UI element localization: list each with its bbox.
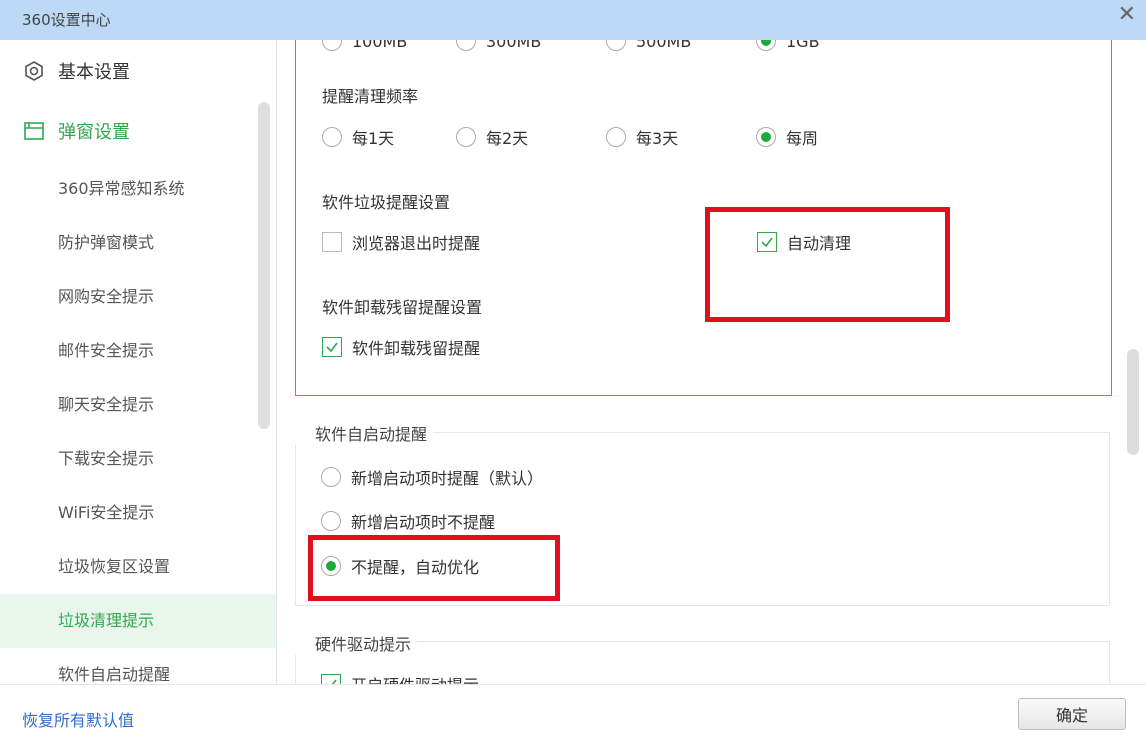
startup-option-no-remind[interactable]: 新增启动项时不提醒 [321,509,495,533]
uninstall-label: 软件卸载残留提醒设置 [322,298,483,317]
window-icon [22,119,46,143]
close-icon[interactable]: ✕ [1118,2,1136,27]
radio-button[interactable] [456,127,476,147]
radio-button[interactable] [756,40,776,51]
sidebar-item-recycle[interactable]: 垃圾恢复区设置 [0,540,276,594]
startup-section-title: 软件自启动提醒 [295,421,434,445]
driver-checkbox-row[interactable]: 开启硬件驱动提示 [321,672,479,684]
radio-button[interactable] [456,40,476,51]
radio-button[interactable] [322,127,342,147]
uninstall-checkbox-row[interactable]: 软件卸载残留提醒 [322,335,480,359]
browser-exit-checkbox-row[interactable]: 浏览器退出时提醒 [322,230,480,254]
checkbox[interactable] [322,232,342,252]
freq-label: 提醒清理频率 [322,87,419,106]
size-option-1gb[interactable]: 1GB [756,40,820,53]
sidebar-item-mail[interactable]: 邮件安全提示 [0,324,276,378]
size-option-500mb[interactable]: 500MB [606,40,691,53]
freq-option-2day[interactable]: 每2天 [456,125,528,149]
restore-defaults-link[interactable]: 恢复所有默认值 [22,707,134,731]
checkmark-icon [326,342,338,353]
sidebar-item-popup-settings[interactable]: 弹窗设置 [22,116,130,146]
radio-button[interactable] [322,40,342,51]
junk-label: 软件垃圾提醒设置 [322,193,451,212]
checkbox[interactable] [321,674,341,684]
checkmark-icon [326,679,337,684]
sidebar-item-shopping[interactable]: 网购安全提示 [0,270,276,324]
ok-button[interactable]: 确定 [1018,698,1126,730]
main-scrollbar[interactable] [1127,349,1139,455]
radio-button[interactable] [606,40,626,51]
freq-option-1day[interactable]: 每1天 [322,125,394,149]
sidebar-item-download[interactable]: 下载安全提示 [0,432,276,486]
size-option-300mb[interactable]: 300MB [456,40,541,53]
freq-option-3day[interactable]: 每3天 [606,125,678,149]
size-option-100mb[interactable]: 100MB [322,40,407,53]
sidebar-item-anomaly[interactable]: 360异常感知系统 [0,162,276,216]
sidebar: 基本设置 弹窗设置 360异常感知系统 防护弹窗模式 网购安全提示 邮件安全提示… [0,40,276,684]
sidebar-item-wifi[interactable]: WiFi安全提示 [0,486,276,540]
sidebar-scrollbar[interactable] [258,102,270,429]
footer: 恢复所有默认值 确定 [0,684,1146,737]
highlight-auto-optimize [308,535,560,601]
radio-button[interactable] [321,467,341,487]
driver-section-title: 硬件驱动提示 [295,631,418,655]
sidebar-item-startup[interactable]: 软件自启动提醒 [0,648,276,684]
sidebar-item-popup-mode[interactable]: 防护弹窗模式 [0,216,276,270]
sidebar-item-chat[interactable]: 聊天安全提示 [0,378,276,432]
radio-button[interactable] [321,511,341,531]
junk-clean-section: 100MB 300MB 500MB 1GB 提醒清理频率 每1天 每2天 每3天 [295,40,1112,396]
startup-option-remind[interactable]: 新增启动项时提醒（默认） [321,465,543,489]
sidebar-item-label: 基本设置 [58,62,130,83]
radio-button[interactable] [756,127,776,147]
sidebar-item-junk-clean[interactable]: 垃圾清理提示 [0,594,276,648]
window-title: 360设置中心 [22,11,111,29]
sidebar-item-label: 弹窗设置 [58,122,130,143]
highlight-auto-clean [705,207,950,322]
gear-icon [22,59,46,83]
radio-button[interactable] [606,127,626,147]
freq-option-weekly[interactable]: 每周 [756,125,818,149]
sidebar-item-basic-settings[interactable]: 基本设置 [22,56,130,86]
title-bar: 360设置中心 ✕ [0,0,1146,40]
checkbox[interactable] [322,337,342,357]
